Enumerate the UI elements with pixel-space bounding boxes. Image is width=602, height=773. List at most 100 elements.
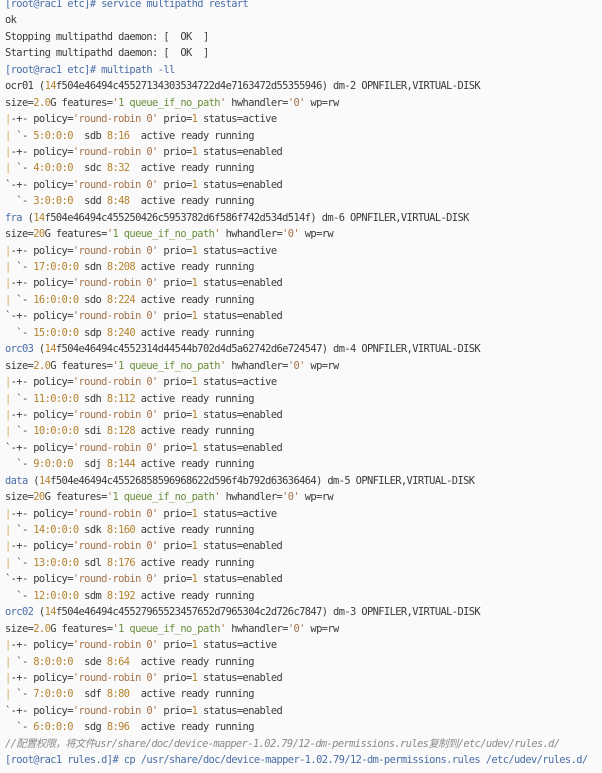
command-token: fra (5, 211, 23, 224)
output-token: 13:0:0:0 (33, 556, 79, 569)
output-token: sdm (78, 589, 107, 602)
output-token: status=enabled (197, 310, 283, 323)
output-token: 7:0:0:0 (33, 688, 73, 701)
terminal-line: size=20G features='1 queue_if_no_path' h… (5, 489, 602, 505)
output-token: status=active (197, 376, 277, 389)
output-token: 14 (38, 474, 51, 487)
terminal-line: |-+- policy='round-robin 0' prio=1 statu… (5, 538, 602, 554)
output-token: f504e46494c4552314d44544b702d4d5a62742d6… (55, 343, 481, 356)
output-token: `-+- policy= (5, 310, 73, 323)
output-token: 'round-robin 0' (72, 573, 158, 586)
output-token: 8:176 (106, 556, 136, 569)
output-token: active ready running (135, 261, 255, 273)
output-token: `- (10, 556, 34, 569)
output-token: ok (5, 14, 17, 27)
terminal-line: `- 6:0:0:0 sdg 8:96 active ready running (5, 719, 602, 735)
output-token: 8:240 (106, 326, 136, 339)
terminal-line: `- 12:0:0:0 sdm 8:192 active ready runni… (5, 588, 602, 604)
output-token: size= (5, 359, 34, 372)
output-token: prio= (157, 376, 192, 389)
terminal-line: `-+- policy='round-robin 0' prio=1 statu… (5, 308, 602, 324)
terminal-line: [root@rac1 etc]# multipath -ll (5, 62, 602, 78)
output-token: prio= (157, 639, 192, 652)
output-token: -+- policy= (10, 540, 74, 553)
output-token: 8:128 (106, 425, 136, 438)
terminal-line: |-+- policy='round-robin 0' prio=1 statu… (5, 144, 602, 160)
output-token: 8:96 (106, 721, 130, 734)
terminal-line: size=2.0G features='1 queue_if_no_path' … (5, 621, 602, 637)
output-token: sdn (78, 261, 107, 273)
output-token: 8:208 (106, 261, 136, 273)
command-token: data (5, 474, 28, 487)
output-token: 1 queue_if_no_path (118, 359, 220, 372)
output-token: sdf (72, 688, 107, 701)
output-token: sdg (72, 721, 107, 734)
output-token: '0' (282, 228, 300, 241)
terminal-line: |-+- policy='round-robin 0' prio=1 statu… (5, 111, 602, 127)
output-token: sdl (78, 556, 107, 569)
output-token: active ready running (129, 655, 255, 668)
output-token: 'round-robin 0' (72, 178, 158, 191)
output-token: active ready running (135, 556, 255, 569)
terminal-line: size=20G features='1 queue_if_no_path' h… (5, 226, 602, 242)
output-token: size= (5, 491, 34, 504)
terminal-line: orc02 (14f504e46494c45527965523457652d79… (5, 604, 602, 620)
output-token: -+- policy= (10, 277, 74, 290)
output-token: `- (5, 721, 34, 734)
terminal-line: [root@rac1 rules.d]# cp /usr/share/doc/d… (5, 752, 602, 768)
output-token: wp=rw (299, 228, 334, 241)
output-token: 'round-robin 0' (72, 671, 158, 684)
output-token: '0' (282, 491, 300, 504)
output-token: G features= (50, 622, 113, 635)
output-token: 8:32 (106, 162, 130, 175)
output-token: sdj (72, 458, 107, 471)
output-token: prio= (157, 408, 192, 421)
output-token: 16:0:0:0 (33, 293, 79, 306)
output-token: 14 (44, 606, 57, 619)
output-token: 8:16 (106, 129, 130, 142)
terminal-line: `-+- policy='round-robin 0' prio=1 statu… (5, 177, 602, 193)
output-token: 2.0 (33, 622, 51, 635)
output-token: active ready running (129, 195, 255, 208)
output-token: f504e46494c45527134303534722d4e7163472d5… (55, 80, 481, 93)
output-token: sdk (78, 524, 107, 536)
output-token: `- (10, 655, 34, 668)
output-token: status=enabled (197, 277, 283, 290)
output-token: -+- policy= (10, 376, 74, 389)
output-token: -+- policy= (10, 507, 74, 520)
terminal-line: ocr01 (14f504e46494c45527134303534722d4e… (5, 78, 602, 94)
terminal-line: | `- 16:0:0:0 sdo 8:224 active ready run… (5, 292, 602, 308)
output-token: wp=rw (304, 359, 339, 372)
output-token: G features= (44, 228, 108, 241)
output-token: 8:48 (106, 195, 130, 208)
output-token: 2.0 (33, 96, 51, 109)
output-token: 8:64 (106, 655, 130, 668)
terminal-line: size=2.0G features='1 queue_if_no_path' … (5, 358, 602, 374)
output-token: 15:0:0:0 (33, 326, 79, 339)
output-token: 1 queue_if_no_path (112, 491, 215, 504)
output-token: `- (10, 293, 34, 306)
output-token: hwhandler= (225, 359, 288, 372)
output-token: 1 queue_if_no_path (118, 622, 220, 635)
output-token: prio= (157, 573, 192, 586)
output-token: `-+- policy= (5, 178, 73, 191)
output-token: status=enabled (197, 573, 283, 586)
output-token: hwhandler= (225, 96, 288, 109)
output-token: `- (5, 589, 34, 602)
output-token: hwhandler= (225, 622, 288, 635)
output-token: '0' (287, 622, 306, 635)
terminal-line: `-+- policy='round-robin 0' prio=1 statu… (5, 571, 602, 587)
output-token: size= (5, 622, 34, 635)
command-token: orc03 (5, 343, 34, 356)
output-token: status=active (197, 113, 277, 126)
terminal-line: |-+- policy='round-robin 0' prio=1 statu… (5, 407, 602, 423)
output-token: sde (72, 655, 107, 668)
terminal-output: [root@rac1 etc]# service multipathd rest… (5, 0, 602, 769)
output-token: `- (10, 524, 34, 536)
terminal-line: ok (5, 12, 602, 28)
output-token: prio= (157, 441, 192, 454)
output-token: `- (10, 688, 34, 701)
output-token: -+- policy= (10, 639, 74, 652)
command-token: [root@rac1 rules.d]# cp /usr/share/doc/d… (5, 754, 588, 767)
terminal-line: |-+- policy='round-robin 0' prio=1 statu… (5, 275, 602, 291)
